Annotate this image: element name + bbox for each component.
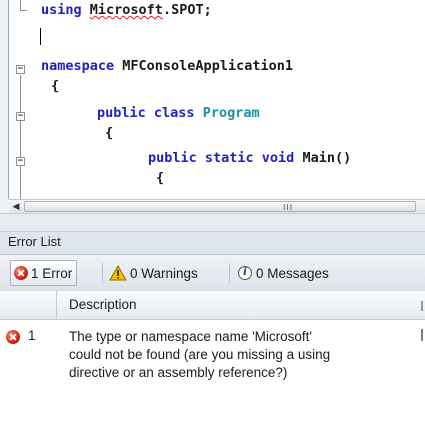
error-number: 1: [28, 328, 36, 343]
keyword-token: public class: [97, 105, 195, 121]
column-header-description[interactable]: Description: [69, 297, 137, 312]
scroll-left-icon[interactable]: ◀: [11, 202, 21, 212]
keyword-token: using: [41, 2, 82, 18]
outline-end-tick: [20, 10, 27, 11]
collapse-icon[interactable]: −: [16, 65, 25, 74]
code-line-brace: {: [51, 78, 60, 94]
table-row[interactable]: 1 The type or namespace name 'Microsoft'…: [0, 320, 425, 392]
scrollbar-thumb[interactable]: III: [24, 201, 416, 212]
code-line-brace: {: [105, 125, 114, 141]
error-list-toolbar: 1 Error 0 Warnings i 0 Messages: [0, 254, 425, 292]
type-token: Program: [202, 105, 260, 121]
code-line-1: using Microsoft.SPOT;: [41, 1, 212, 19]
code-text: Main(): [294, 150, 352, 166]
editor-text-area[interactable]: − − − using Microsoft.SPOT; namespace MF…: [8, 0, 425, 199]
toolbar-separator: [102, 263, 103, 283]
messages-filter-label: 0 Messages: [256, 265, 329, 281]
error-description-line: The type or namespace name 'Microsoft': [69, 329, 313, 344]
code-line-method: public static void Main(): [148, 149, 351, 167]
error-list-grid[interactable]: Description 1 The type or namespace name…: [0, 291, 425, 427]
toolbar-separator: [229, 263, 230, 283]
errors-filter-button[interactable]: 1 Error: [10, 260, 78, 286]
column-divider: [421, 329, 423, 341]
horizontal-scrollbar[interactable]: ◀ III: [9, 199, 425, 214]
text-cursor: [40, 28, 41, 45]
keyword-token: namespace: [41, 58, 115, 74]
info-icon: i: [238, 266, 252, 280]
error-icon: [6, 330, 20, 344]
outline-line: [20, 75, 21, 199]
error-squiggle-token[interactable]: Microsoft: [90, 2, 163, 18]
messages-filter-button[interactable]: i 0 Messages: [235, 260, 333, 286]
outline-line: [20, 0, 21, 10]
code-line-class: public class Program: [97, 104, 260, 122]
column-header-number[interactable]: [0, 291, 57, 319]
outline-margin: − − −: [9, 0, 39, 199]
warnings-filter-label: 0 Warnings: [130, 265, 198, 281]
warning-icon: [109, 265, 127, 281]
code-text: .SPOT;: [162, 2, 212, 18]
error-description: The type or namespace name 'Microsoft' c…: [69, 328, 409, 382]
error-icon: [14, 266, 28, 280]
scrollbar-grip: III: [283, 203, 294, 212]
code-line-brace: {: [156, 170, 165, 186]
error-list-title: Error List: [8, 234, 61, 249]
code-text: MFConsoleApplication1: [114, 58, 293, 74]
code-line-namespace: namespace MFConsoleApplication1: [41, 57, 293, 75]
code-editor[interactable]: − − − using Microsoft.SPOT; namespace MF…: [0, 0, 425, 214]
warnings-filter-button[interactable]: 0 Warnings: [106, 260, 202, 286]
error-description-line: directive or an assembly reference?): [69, 365, 288, 380]
error-description-line: could not be found (are you missing a us…: [69, 347, 331, 362]
errors-filter-label: 1 Error: [31, 265, 73, 281]
column-divider: [421, 301, 423, 311]
collapse-icon[interactable]: −: [16, 157, 25, 166]
panel-splitter[interactable]: [0, 213, 425, 232]
column-header-row: Description: [0, 291, 425, 320]
keyword-token: public static void: [148, 150, 295, 166]
collapse-icon[interactable]: −: [16, 112, 25, 121]
